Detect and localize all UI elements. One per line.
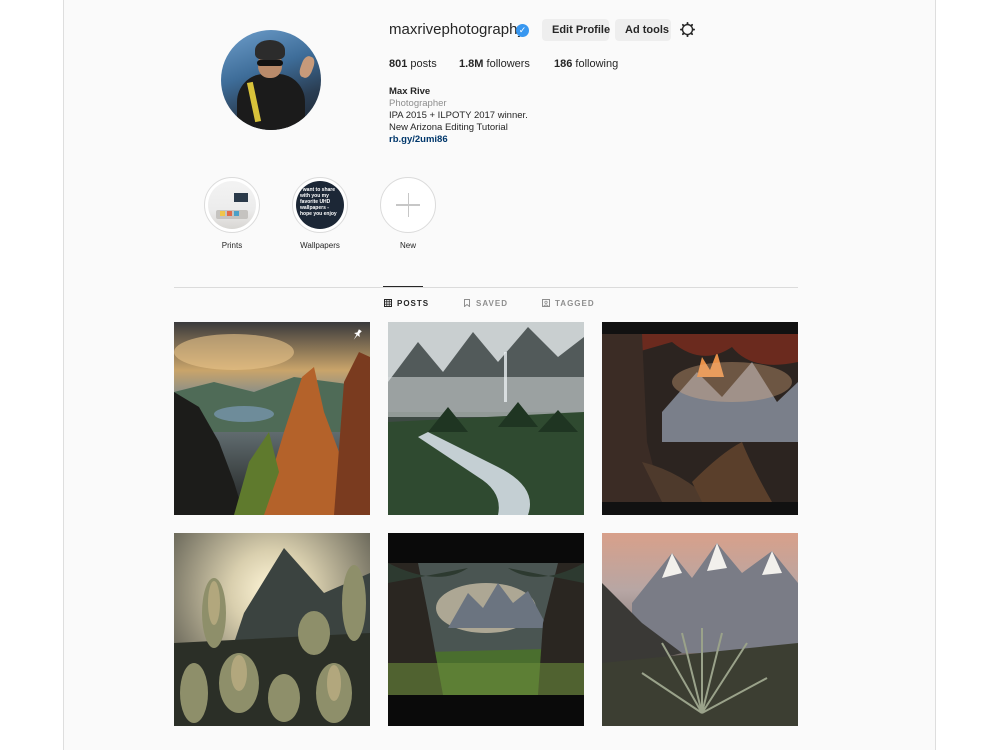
followers-label: followers — [486, 58, 530, 70]
following-stat[interactable]: 186 following — [554, 58, 618, 70]
tab-label: TAGGED — [555, 299, 595, 308]
posts-label: posts — [410, 58, 437, 70]
profile-avatar[interactable] — [221, 30, 321, 130]
active-tab-indicator — [383, 286, 423, 287]
bio-line: New Arizona Editing Tutorial — [389, 122, 508, 133]
profile-username: maxrivephotography — [389, 21, 525, 38]
tab-saved[interactable]: SAVED — [463, 299, 508, 308]
bio-category: Photographer — [389, 98, 447, 109]
tabs-divider — [174, 287, 798, 288]
pin-icon — [353, 329, 362, 340]
bookmark-icon — [464, 299, 470, 307]
highlight-cover: I want to share with you my favorite UHD… — [296, 181, 344, 229]
highlight-label: New — [399, 241, 416, 250]
followers-count: 1.8M — [459, 58, 484, 70]
gear-icon[interactable] — [680, 22, 695, 37]
tab-tagged[interactable]: TAGGED — [542, 299, 595, 308]
highlight-new[interactable]: New — [380, 177, 436, 250]
tab-label: POSTS — [397, 299, 430, 308]
post-thumbnail[interactable] — [602, 322, 798, 515]
tag-icon — [542, 299, 550, 307]
tab-label: SAVED — [476, 299, 508, 308]
post-thumbnail[interactable] — [174, 533, 370, 726]
post-image — [602, 533, 798, 726]
post-thumbnail[interactable] — [388, 533, 584, 726]
verified-badge-icon: ✓ — [516, 24, 529, 37]
highlight-label: Prints — [221, 241, 243, 250]
edit-profile-button[interactable]: Edit Profile — [542, 19, 610, 41]
grid-icon — [384, 299, 392, 307]
post-thumbnail[interactable] — [388, 322, 584, 515]
highlight-prints[interactable]: Prints — [204, 177, 260, 250]
bio-link[interactable]: rb.gy/2umi86 — [389, 134, 528, 146]
following-count: 186 — [554, 58, 573, 70]
post-image — [602, 322, 798, 515]
highlight-cover-text: I want to share with you my favorite UHD… — [300, 187, 337, 217]
post-image — [388, 533, 584, 726]
bio-line: IPA 2015 + ILPOTY 2017 winner. — [389, 110, 528, 121]
post-image — [174, 322, 370, 515]
post-thumbnail[interactable] — [174, 322, 370, 515]
posts-stat: 801 posts — [389, 58, 437, 70]
bio-name: Max Rive — [389, 86, 431, 97]
following-label: following — [575, 58, 619, 70]
highlight-label: Wallpapers — [300, 241, 340, 250]
followers-stat[interactable]: 1.8M followers — [459, 58, 530, 70]
profile-bio: Max Rive Photographer IPA 2015 + ILPOTY … — [389, 86, 528, 146]
highlight-cover — [208, 181, 256, 229]
post-image — [174, 533, 370, 726]
post-thumbnail[interactable] — [602, 533, 798, 726]
ad-tools-button[interactable]: Ad tools — [615, 19, 671, 41]
tab-posts[interactable]: POSTS — [384, 299, 429, 308]
post-image — [388, 322, 584, 515]
highlight-wallpapers[interactable]: I want to share with you my favorite UHD… — [292, 177, 348, 250]
posts-count: 801 — [389, 58, 408, 70]
